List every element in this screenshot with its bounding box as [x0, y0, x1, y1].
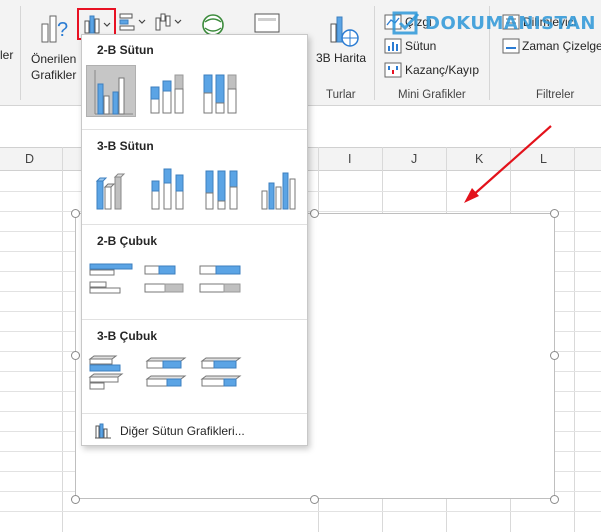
sparkline-winloss-label: Kazanç/Kayıp: [405, 63, 480, 77]
menu-separator: [82, 129, 307, 130]
recommended-label-1: Önerilen: [31, 52, 77, 66]
ribbon-separator: [374, 6, 375, 100]
resize-handle-right[interactable]: [550, 351, 559, 360]
timeline-icon: [502, 38, 520, 54]
column-header-i[interactable]: I: [348, 152, 351, 166]
column-header-l[interactable]: L: [540, 152, 547, 166]
column-header-j[interactable]: J: [411, 152, 417, 166]
stacked-bar-option[interactable]: [141, 256, 191, 308]
3d-column-icon: [261, 172, 296, 210]
stacked-column-option[interactable]: [141, 65, 191, 117]
sparkline-column-icon: [384, 38, 402, 54]
3d-map-icon: [330, 16, 359, 47]
clustered-column-option[interactable]: [86, 65, 136, 117]
100-stacked-column-option[interactable]: [196, 65, 246, 117]
bar-chart-dropdown-icon[interactable]: [117, 10, 151, 36]
3d-clustered-column-option[interactable]: [87, 161, 137, 213]
ribbon-separator: [20, 6, 21, 100]
resize-handle-top[interactable]: [310, 209, 319, 218]
3d-clustered-bar-icon: [88, 355, 124, 390]
menu-separator: [82, 319, 307, 320]
clustered-bar-option[interactable]: [86, 256, 136, 308]
more-column-charts-label: Diğer Sütun Grafikleri...: [120, 424, 245, 438]
section-title-3d-column: 3-B Sütun: [97, 139, 154, 153]
column-chart-menu: 2-B Sütun 3-B Sütun 2-B Çubuk 3-B Çubuk …: [81, 34, 308, 446]
watermark-text: DOKUMANISTAN: [425, 13, 596, 34]
100-stacked-bar-option[interactable]: [196, 256, 246, 308]
3d-clustered-column-icon: [95, 173, 126, 210]
3d-map-label: 3B Harita: [316, 51, 367, 65]
3d-100-stacked-bar-icon: [200, 357, 242, 387]
section-title-2d-column: 2-B Sütun: [97, 43, 154, 57]
stacked-column-icon: [150, 74, 184, 114]
3d-100-stacked-bar-option[interactable]: [196, 351, 246, 403]
timeline-label: Zaman Çizelge: [522, 39, 601, 53]
stacked-bar-icon: [144, 265, 184, 293]
more-charts-icon: [95, 423, 111, 439]
100-stacked-column-icon: [203, 74, 237, 114]
resize-handle-bottom-right[interactable]: [550, 495, 559, 504]
menu-separator: [82, 413, 307, 414]
resize-handle-bottom-left[interactable]: [71, 495, 80, 504]
resize-handle-left[interactable]: [71, 351, 80, 360]
recommended-charts-icon: ?: [41, 15, 68, 43]
3d-column-option[interactable]: [254, 161, 304, 213]
ribbon-cut-label: ler: [0, 48, 14, 62]
sparkline-column-label: Sütun: [405, 39, 437, 53]
watermark-logo-icon: [392, 11, 420, 35]
3d-clustered-bar-option[interactable]: [86, 351, 136, 403]
100-stacked-bar-icon: [199, 265, 241, 293]
section-title-2d-bar: 2-B Çubuk: [97, 234, 157, 248]
clustered-column-icon: [94, 70, 133, 115]
resize-handle-bottom[interactable]: [310, 495, 319, 504]
pivot-chart-icon[interactable]: [253, 12, 283, 36]
grid-line: [0, 511, 601, 512]
clustered-bar-icon: [89, 263, 133, 294]
watermark: DOKUMANISTAN: [392, 10, 598, 38]
column-header-d[interactable]: D: [25, 152, 34, 166]
recommended-charts-button[interactable]: ? Önerilen Grafikler: [27, 8, 79, 88]
sparkline-column-button[interactable]: Sütun: [384, 38, 444, 56]
3d-100-stacked-column-icon: [205, 170, 238, 210]
resize-handle-top-right[interactable]: [550, 209, 559, 218]
3d-stacked-column-icon: [151, 168, 184, 210]
tours-group-label: Turlar: [326, 89, 356, 101]
timeline-button[interactable]: Zaman Çizelge: [502, 38, 601, 56]
3d-100-stacked-column-option[interactable]: [198, 161, 248, 213]
3d-map-button[interactable]: 3B Harita: [313, 10, 373, 80]
3d-stacked-bar-option[interactable]: [141, 351, 191, 403]
svg-text:?: ?: [57, 19, 68, 41]
column-header-k[interactable]: K: [475, 152, 483, 166]
section-title-3d-bar: 3-B Çubuk: [97, 329, 157, 343]
3d-stacked-bar-icon: [145, 357, 187, 387]
sparkline-winloss-button[interactable]: Kazanç/Kayıp: [384, 62, 480, 80]
recommended-label-2: Grafikler: [31, 68, 77, 82]
menu-separator: [82, 224, 307, 225]
grid-line: [574, 147, 575, 532]
waterfall-chart-dropdown-icon[interactable]: [153, 10, 187, 36]
sparkline-winloss-icon: [384, 62, 402, 78]
sparklines-group-label: Mini Grafikler: [398, 89, 466, 101]
3d-stacked-column-option[interactable]: [142, 161, 192, 213]
resize-handle-top-left[interactable]: [71, 209, 80, 218]
grid-line: [62, 147, 63, 532]
filters-group-label: Filtreler: [536, 89, 575, 101]
